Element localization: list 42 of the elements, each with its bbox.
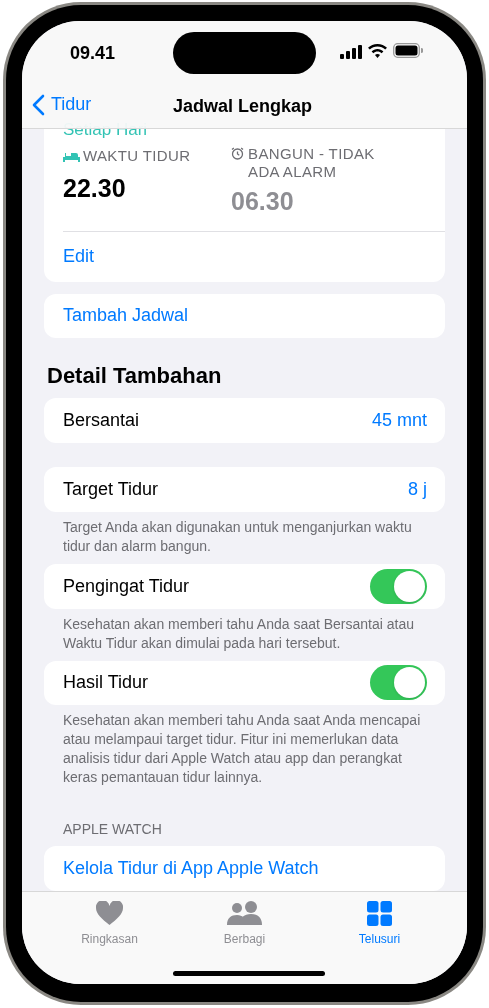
tab-label: Ringkasan (81, 932, 138, 946)
tab-item[interactable]: Telusuri (312, 900, 447, 946)
tab-item[interactable]: Berbagi (177, 900, 312, 946)
row-label: Pengingat Tidur (63, 574, 190, 598)
footnote: Kesehatan akan memberi tahu Anda saat Bersantai atau Waktu Tidur akan dimulai pada hari tersebut. (63, 614, 415, 653)
tab-label: Telusuri (358, 932, 401, 946)
row-value: 45 mnt (371, 409, 427, 433)
section-title: Detail Tambahan (47, 362, 223, 391)
chevron-left-icon (32, 93, 45, 116)
settings-row[interactable]: Bersantai 45 mnt (44, 398, 445, 443)
toggle-switch[interactable] (370, 568, 427, 604)
bedtime-value: 22.30 (63, 172, 127, 204)
wake-label: BANGUN - TIDAK ADA ALARM (248, 145, 376, 181)
bedtime-label: WAKTU TIDUR (83, 146, 191, 166)
row-label: Hasil Tidur (63, 671, 149, 695)
row-value: 8 j (408, 477, 427, 501)
add-schedule-row[interactable]: Tambah Jadwal (44, 293, 445, 339)
grid-icon (367, 900, 392, 926)
alarm-clock-icon (231, 147, 244, 160)
tab-item[interactable]: Ringkasan (42, 900, 177, 946)
nav-title: Jadwal Lengkap (173, 95, 313, 118)
edit-link[interactable]: Edit (63, 231, 95, 282)
status-time: 09.41 (70, 42, 116, 65)
settings-row[interactable]: Target Tidur 8 j (44, 467, 445, 512)
heart-icon (96, 901, 123, 925)
add-schedule-button[interactable]: Tambah Jadwal (63, 302, 189, 330)
section-header: APPLE WATCH (63, 820, 163, 839)
bed-icon (63, 150, 80, 162)
settings-row[interactable]: Pengingat Tidur (44, 563, 445, 609)
footnote: Target Anda akan digunakan untuk menganjurkan waktu tidur dan alarm bangun. (63, 517, 413, 556)
settings-row[interactable]: Hasil Tidur (44, 660, 445, 706)
row-label: Target Tidur (63, 477, 159, 501)
people-icon (227, 901, 262, 925)
row-label: Bersantai (63, 409, 140, 433)
tab-label: Berbagi (223, 932, 266, 946)
footnote: Kesehatan akan memberi tahu Anda saat Anda mencapai atau melampaui target tidur. Fitur ini memerlukan data analisis tidur dari Apple Watch atau app dan perangkat keras pemantauan tidur lainnya. (63, 711, 422, 788)
battery-icon (393, 43, 423, 58)
signal-icon (340, 45, 362, 59)
wifi-icon (368, 44, 387, 58)
toggle-switch[interactable] (370, 665, 427, 701)
wake-value: 06.30 (231, 186, 295, 217)
back-button[interactable]: Tidur (32, 91, 92, 118)
